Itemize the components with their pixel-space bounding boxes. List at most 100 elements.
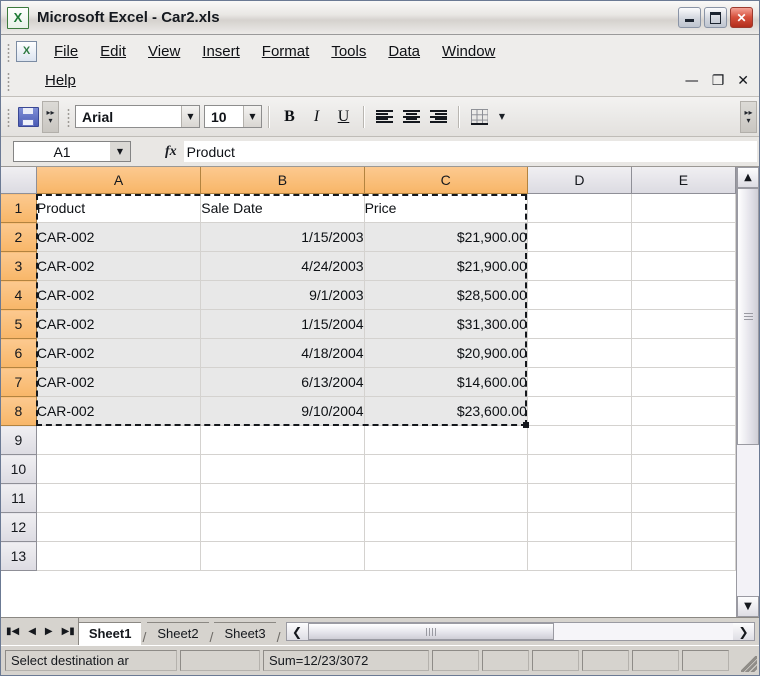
cell-A7[interactable]: CAR-002: [36, 367, 202, 397]
font-size-combo[interactable]: 10 ▼: [204, 105, 262, 128]
cell-D7[interactable]: [527, 367, 632, 397]
cell-C10[interactable]: [364, 454, 528, 484]
borders-button[interactable]: [466, 104, 493, 130]
cell-C11[interactable]: [364, 483, 528, 513]
cell-E4[interactable]: [631, 280, 737, 310]
font-size-dropdown-arrow[interactable]: ▼: [243, 106, 261, 127]
name-box-dropdown-arrow[interactable]: ▼: [110, 142, 130, 161]
cell-A13[interactable]: [36, 541, 202, 571]
row-header-12[interactable]: 12: [1, 512, 37, 542]
borders-dropdown-button[interactable]: ▼: [493, 104, 511, 130]
cell-B2[interactable]: 1/15/2003: [200, 222, 365, 252]
cell-C4[interactable]: $28,500.00: [364, 280, 528, 310]
row-header-13[interactable]: 13: [1, 541, 37, 571]
row-header-5[interactable]: 5: [1, 309, 37, 339]
name-box[interactable]: A1 ▼: [13, 141, 131, 162]
row-header-3[interactable]: 3: [1, 251, 37, 281]
menu-item-file[interactable]: File: [43, 41, 89, 62]
cell-E10[interactable]: [631, 454, 737, 484]
row-header-7[interactable]: 7: [1, 367, 37, 397]
cell-D13[interactable]: [527, 541, 632, 571]
column-header-c[interactable]: C: [364, 167, 528, 194]
cell-C2[interactable]: $21,900.00: [364, 222, 528, 252]
row-header-6[interactable]: 6: [1, 338, 37, 368]
row-header-11[interactable]: 11: [1, 483, 37, 513]
cell-D1[interactable]: [527, 193, 632, 223]
vertical-scroll-track[interactable]: [737, 188, 759, 596]
vertical-scroll-thumb[interactable]: [737, 188, 759, 446]
cell-C7[interactable]: $14,600.00: [364, 367, 528, 397]
menu-item-data[interactable]: Data: [377, 41, 431, 62]
cell-C6[interactable]: $20,900.00: [364, 338, 528, 368]
cell-B1[interactable]: Sale Date: [200, 193, 365, 223]
cell-D10[interactable]: [527, 454, 632, 484]
sheet-nav-first-icon[interactable]: ▮◀: [6, 626, 19, 637]
horizontal-scroll-thumb[interactable]: [307, 623, 555, 640]
cell-D3[interactable]: [527, 251, 632, 281]
cell-E6[interactable]: [631, 338, 737, 368]
maximize-button[interactable]: [704, 7, 727, 28]
cell-B12[interactable]: [200, 512, 365, 542]
scroll-left-button[interactable]: ❮: [286, 623, 308, 640]
cell-C8[interactable]: $23,600.00: [364, 396, 528, 426]
cell-B8[interactable]: 9/10/2004: [200, 396, 365, 426]
resize-grip-icon[interactable]: [741, 656, 757, 672]
sheet-nav-prev-icon[interactable]: ◀: [28, 626, 36, 637]
toolbar-drag-handle-2[interactable]: [65, 106, 72, 127]
cell-A2[interactable]: CAR-002: [36, 222, 202, 252]
cell-E11[interactable]: [631, 483, 737, 513]
cell-A11[interactable]: [36, 483, 202, 513]
cell-B7[interactable]: 6/13/2004: [200, 367, 365, 397]
cell-E3[interactable]: [631, 251, 737, 281]
cell-D6[interactable]: [527, 338, 632, 368]
cell-A3[interactable]: CAR-002: [36, 251, 202, 281]
sheet-tab-sheet2[interactable]: Sheet2: [147, 622, 209, 645]
cell-C9[interactable]: [364, 425, 528, 455]
sheet-nav-next-icon[interactable]: ▶: [45, 626, 53, 637]
cell-B9[interactable]: [200, 425, 365, 455]
cell-A6[interactable]: CAR-002: [36, 338, 202, 368]
cell-B13[interactable]: [200, 541, 365, 571]
menu-item-insert[interactable]: Insert: [191, 41, 251, 62]
cell-A8[interactable]: CAR-002: [36, 396, 202, 426]
vertical-scrollbar[interactable]: ▲ ▼: [736, 167, 759, 617]
cell-A12[interactable]: [36, 512, 202, 542]
row-header-9[interactable]: 9: [1, 425, 37, 455]
align-left-button[interactable]: [371, 104, 398, 130]
menu-item-window[interactable]: Window: [431, 41, 506, 62]
menu-item-edit[interactable]: Edit: [89, 41, 137, 62]
menu-item-format[interactable]: Format: [251, 41, 321, 62]
font-name-dropdown-arrow[interactable]: ▼: [181, 106, 199, 127]
cell-E13[interactable]: [631, 541, 737, 571]
column-header-d[interactable]: D: [527, 167, 632, 194]
menu-item-help[interactable]: Help: [34, 70, 87, 91]
minimize-button[interactable]: [678, 7, 701, 28]
cell-D5[interactable]: [527, 309, 632, 339]
cell-E12[interactable]: [631, 512, 737, 542]
cell-D4[interactable]: [527, 280, 632, 310]
scroll-right-button[interactable]: ❯: [733, 623, 754, 640]
row-header-8[interactable]: 8: [1, 396, 37, 426]
cell-C5[interactable]: $31,300.00: [364, 309, 528, 339]
sheet-nav-last-icon[interactable]: ▶▮: [62, 626, 75, 637]
row-header-2[interactable]: 2: [1, 222, 37, 252]
underline-button[interactable]: U: [330, 104, 357, 130]
cell-B3[interactable]: 4/24/2003: [200, 251, 365, 281]
formula-input[interactable]: Product: [183, 141, 757, 162]
menu-item-view[interactable]: View: [137, 41, 191, 62]
cell-E2[interactable]: [631, 222, 737, 252]
column-header-b[interactable]: B: [200, 167, 365, 194]
scroll-down-button[interactable]: ▼: [737, 596, 759, 617]
cell-C13[interactable]: [364, 541, 528, 571]
cell-B10[interactable]: [200, 454, 365, 484]
align-right-button[interactable]: [425, 104, 452, 130]
column-header-e[interactable]: E: [631, 167, 737, 194]
cell-D12[interactable]: [527, 512, 632, 542]
sheet-tab-sheet1[interactable]: Sheet1: [78, 622, 142, 645]
cell-E7[interactable]: [631, 367, 737, 397]
cell-D2[interactable]: [527, 222, 632, 252]
cell-E1[interactable]: [631, 193, 737, 223]
cell-D9[interactable]: [527, 425, 632, 455]
cell-A5[interactable]: CAR-002: [36, 309, 202, 339]
cell-A1[interactable]: Product: [36, 193, 202, 223]
